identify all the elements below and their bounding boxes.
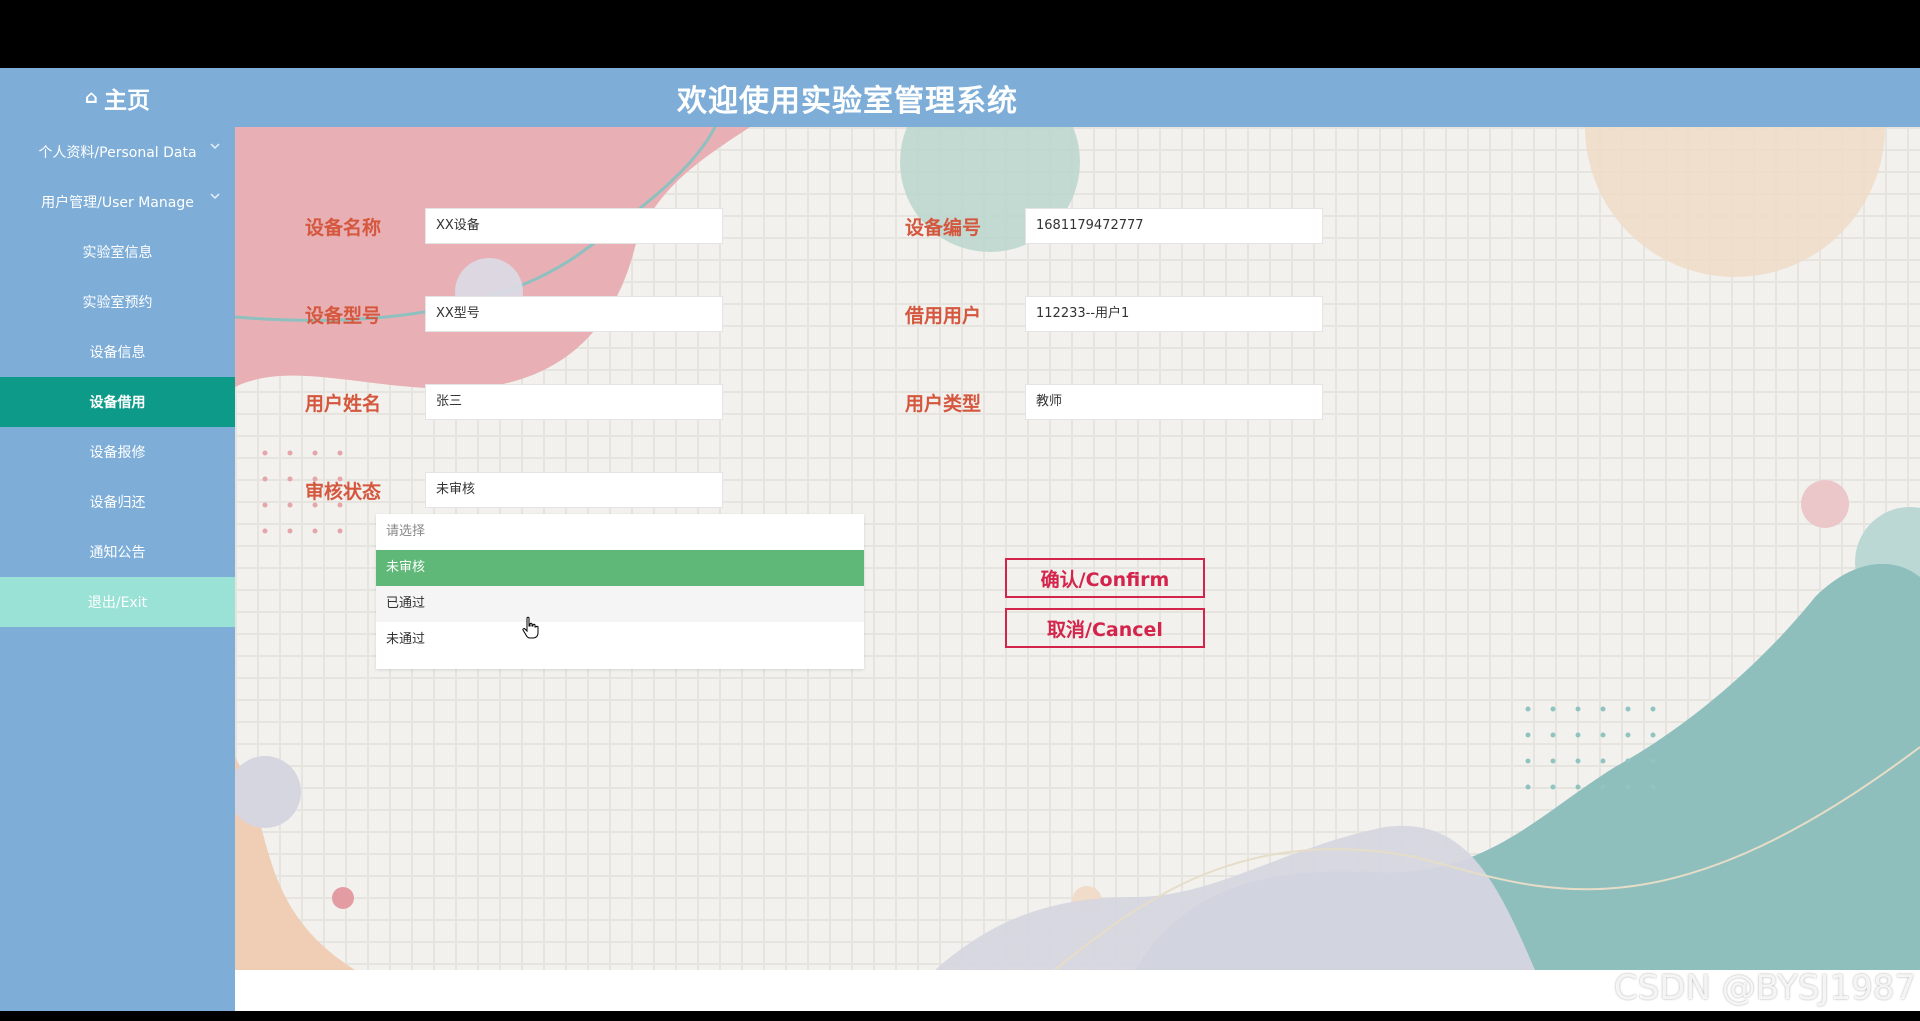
chevron-down-icon <box>209 140 221 156</box>
device-no-label: 设备编号 <box>905 217 982 239</box>
header: ⌂ 主页 欢迎使用实验室管理系统 <box>0 68 1920 127</box>
device-no-field[interactable]: 1681179472777 <box>1025 208 1323 244</box>
home-icon: ⌂ <box>85 87 98 108</box>
user-name-field[interactable]: 张三 <box>425 384 723 420</box>
audit-status-select[interactable]: 未审核 <box>425 472 723 508</box>
device-model-label: 设备型号 <box>305 305 382 327</box>
sidebar-item-notice[interactable]: 通知公告 <box>0 527 235 577</box>
hand-cursor-icon <box>522 616 540 644</box>
chevron-down-icon <box>209 190 221 206</box>
device-name-label: 设备名称 <box>305 217 382 239</box>
borrow-user-label: 借用用户 <box>905 305 982 327</box>
sidebar: 个人资料/Personal Data 用户管理/User Manage 实验室信… <box>0 127 235 1011</box>
confirm-button[interactable]: 确认/Confirm <box>1005 558 1205 598</box>
dropdown-option-placeholder[interactable]: 请选择 <box>376 514 864 550</box>
dropdown-option-rejected[interactable]: 未通过 <box>376 622 864 658</box>
user-name-label: 用户姓名 <box>305 393 382 415</box>
user-type-field[interactable]: 教师 <box>1025 384 1323 420</box>
sidebar-item-user-manage[interactable]: 用户管理/User Manage <box>0 177 235 227</box>
dropdown-option-approved[interactable]: 已通过 <box>376 586 864 622</box>
sidebar-item-device-borrow[interactable]: 设备借用 <box>0 377 235 427</box>
home-label: 主页 <box>103 87 150 114</box>
user-type-label: 用户类型 <box>905 393 982 415</box>
watermark: CSDN @BYSJ1987 <box>1613 968 1916 1008</box>
borrow-user-field[interactable]: 112233--用户1 <box>1025 296 1323 332</box>
bottom-black-bar <box>0 1011 1920 1021</box>
dropdown-option-pending[interactable]: 未审核 <box>376 550 864 586</box>
sidebar-item-device-info[interactable]: 设备信息 <box>0 327 235 377</box>
sidebar-item-exit[interactable]: 退出/Exit <box>0 577 235 627</box>
sidebar-item-personal-data[interactable]: 个人资料/Personal Data <box>0 127 235 177</box>
sidebar-item-lab-reservation[interactable]: 实验室预约 <box>0 277 235 327</box>
page-title: 欢迎使用实验室管理系统 <box>677 83 1018 119</box>
sidebar-item-lab-info[interactable]: 实验室信息 <box>0 227 235 277</box>
home-link[interactable]: ⌂ 主页 <box>0 68 235 127</box>
audit-status-dropdown: 请选择 未审核 已通过 未通过 <box>376 514 864 669</box>
cancel-button[interactable]: 取消/Cancel <box>1005 608 1205 648</box>
device-model-field[interactable]: XX型号 <box>425 296 723 332</box>
audit-status-label: 审核状态 <box>305 481 382 503</box>
sidebar-item-device-repair[interactable]: 设备报修 <box>0 427 235 477</box>
top-black-bar <box>0 0 1920 68</box>
device-name-field[interactable]: XX设备 <box>425 208 723 244</box>
sidebar-item-device-return[interactable]: 设备归还 <box>0 477 235 527</box>
